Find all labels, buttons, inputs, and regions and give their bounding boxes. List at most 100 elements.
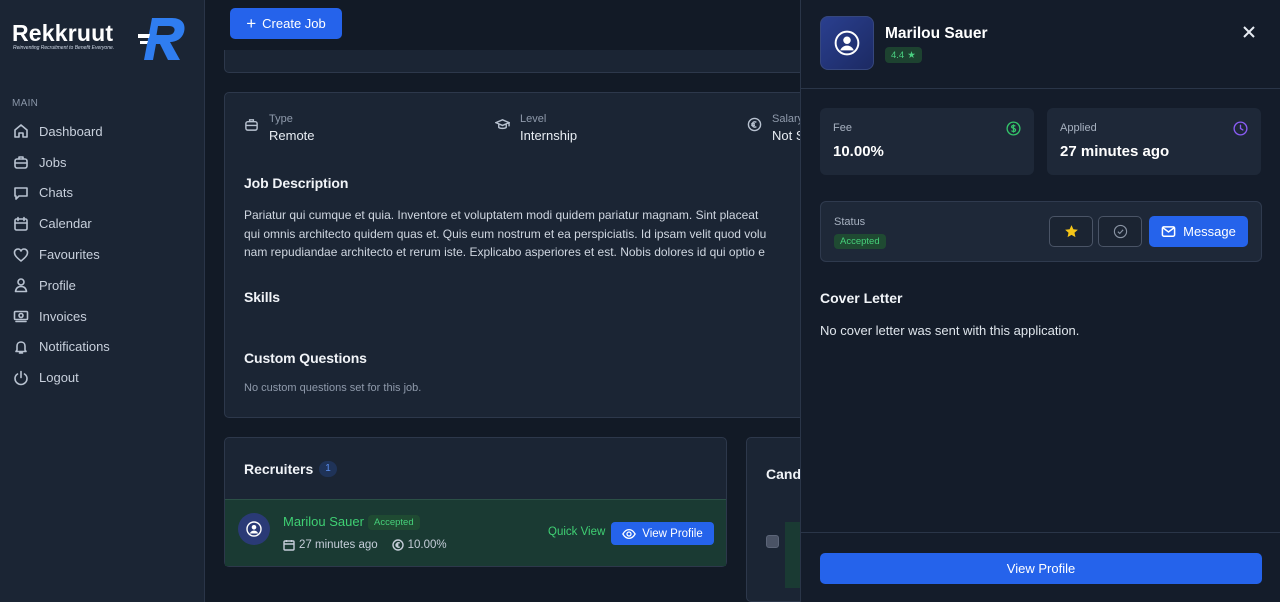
cover-letter-text: No cover letter was sent with this appli… — [820, 323, 1080, 338]
job-details-card: Type Remote Level Internship Salary Not … — [224, 92, 824, 418]
recruiter-name[interactable]: Marilou Sauer — [283, 514, 364, 529]
currency-icon — [747, 117, 762, 132]
recruiters-card: Recruiters 1 Marilou Sauer Accepted 27 m… — [224, 437, 727, 567]
money-icon — [13, 310, 29, 323]
job-type-label: Type — [269, 113, 293, 125]
job-type: Type Remote — [244, 113, 315, 143]
check-circle-icon — [1113, 224, 1127, 239]
clock-icon — [1233, 121, 1248, 136]
sidebar-item-dashboard[interactable]: Dashboard — [0, 116, 205, 147]
applicant-detail-panel: Marilou Sauer 4.4 ★ Fee 10.00% Applied 2… — [800, 0, 1280, 602]
sidebar-item-label: Invoices — [39, 308, 87, 324]
view-profile-button[interactable]: View Profile — [611, 522, 714, 545]
status-label: Status — [834, 216, 866, 228]
skills-title: Skills — [244, 289, 280, 305]
sidebar-item-label: Calendar — [39, 216, 92, 232]
description-line: qui omnis architecto quidem quas et. Qui… — [244, 226, 767, 241]
calendar-icon — [14, 216, 28, 231]
create-job-label: Create Job — [262, 16, 326, 31]
sidebar-nav: Dashboard Jobs Chats Calendar Favourites… — [0, 116, 205, 393]
accept-button[interactable] — [1098, 216, 1142, 247]
sidebar-item-favourites[interactable]: Favourites — [0, 239, 205, 270]
sidebar-section-label: MAIN — [12, 98, 39, 109]
message-label: Message — [1183, 224, 1236, 239]
sidebar-item-label: Profile — [39, 277, 76, 293]
sidebar: Rekkruut Reinventing Recruitment to Bene… — [0, 0, 205, 602]
job-level-value: Internship — [520, 128, 578, 143]
recruiter-meta: 27 minutes ago 10.00% — [283, 539, 447, 551]
description-line: nam repudiandae architecto et rerum iste… — [244, 245, 765, 259]
calendar-icon — [283, 540, 295, 551]
user-avatar-icon — [834, 30, 860, 56]
status-section: Status Accepted Message — [820, 201, 1262, 262]
sidebar-item-calendar[interactable]: Calendar — [0, 208, 205, 239]
cover-letter-title: Cover Letter — [820, 290, 903, 306]
sidebar-item-label: Favourites — [39, 247, 100, 263]
currency-icon — [391, 539, 404, 551]
applied-label: Applied — [1060, 122, 1097, 134]
description-line: Pariatur qui cumque et quia. Inventore e… — [244, 208, 759, 222]
panel-footer: View Profile — [801, 532, 1280, 602]
quick-view-link[interactable]: Quick View — [548, 526, 605, 538]
sidebar-item-invoices[interactable]: Invoices — [0, 301, 205, 332]
candidate-checkbox[interactable] — [766, 535, 779, 548]
create-job-button[interactable]: + Create Job — [230, 8, 342, 39]
recruiters-title: Recruiters — [244, 461, 314, 477]
status-badge: Accepted — [368, 515, 420, 530]
user-avatar-icon — [246, 521, 262, 537]
briefcase-icon — [245, 119, 258, 131]
sidebar-item-notifications[interactable]: Notifications — [0, 332, 205, 363]
brand-name: Rekkruut — [12, 20, 114, 46]
custom-questions-empty: No custom questions set for this job. — [244, 382, 422, 394]
avatar[interactable] — [238, 513, 270, 545]
sidebar-item-label: Jobs — [39, 154, 67, 170]
logout-icon — [14, 370, 28, 386]
graduation-cap-icon — [495, 119, 510, 130]
panel-header: Marilou Sauer 4.4 ★ — [801, 0, 1280, 89]
sidebar-item-profile[interactable]: Profile — [0, 270, 205, 301]
close-icon — [1243, 26, 1255, 38]
applied-value: 27 minutes ago — [1060, 143, 1170, 160]
job-level-label: Level — [520, 113, 547, 125]
fee-value: 10.00% — [833, 143, 884, 160]
view-profile-button[interactable]: View Profile — [820, 553, 1262, 584]
recruiter-fee: 10.00% — [407, 539, 447, 551]
dollar-icon — [1006, 121, 1021, 136]
rating-value: 4.4 — [891, 49, 905, 61]
sidebar-item-logout[interactable]: Logout — [0, 362, 205, 393]
sidebar-item-label: Chats — [39, 185, 73, 201]
brand-logo[interactable]: Rekkruut Reinventing Recruitment to Bene… — [12, 14, 192, 64]
eye-icon — [622, 528, 637, 539]
job-description-title: Job Description — [244, 175, 349, 191]
mail-icon — [1161, 226, 1176, 237]
fee-label: Fee — [833, 122, 852, 134]
sidebar-item-label: Logout — [39, 370, 79, 386]
fee-stat: Fee 10.00% — [820, 108, 1034, 175]
job-description-text: Pariatur qui cumque et quia. Inventore e… — [244, 206, 804, 262]
brand-tagline: Reinventing Recruitment to Benefit Every… — [13, 45, 115, 51]
user-icon — [14, 278, 28, 293]
sidebar-item-chats[interactable]: Chats — [0, 178, 205, 209]
top-bar: + Create Job — [205, 0, 801, 50]
job-type-value: Remote — [269, 128, 315, 143]
sidebar-item-label: Dashboard — [39, 123, 103, 139]
job-salary: Salary Not S — [747, 113, 805, 143]
plus-icon: + — [246, 14, 257, 33]
star-icon — [1064, 225, 1078, 238]
applicant-name: Marilou Sauer — [885, 25, 988, 42]
view-profile-label: View Profile — [642, 527, 703, 540]
close-panel-button[interactable] — [1239, 22, 1259, 42]
favourite-button[interactable] — [1049, 216, 1093, 247]
star-icon: ★ — [907, 49, 916, 61]
sidebar-item-jobs[interactable]: Jobs — [0, 147, 205, 178]
custom-questions-title: Custom Questions — [244, 350, 367, 366]
recruiter-row[interactable]: Marilou Sauer Accepted 27 minutes ago 10… — [225, 499, 726, 566]
logo-r-icon — [138, 18, 185, 60]
candidates-title: Cand — [766, 466, 801, 482]
bell-icon — [15, 341, 27, 354]
status-badge: Accepted — [834, 234, 886, 249]
recruiter-applied: 27 minutes ago — [299, 539, 378, 551]
recruiters-count-badge: 1 — [319, 461, 337, 477]
sidebar-item-label: Notifications — [39, 339, 110, 355]
message-button[interactable]: Message — [1149, 216, 1248, 247]
